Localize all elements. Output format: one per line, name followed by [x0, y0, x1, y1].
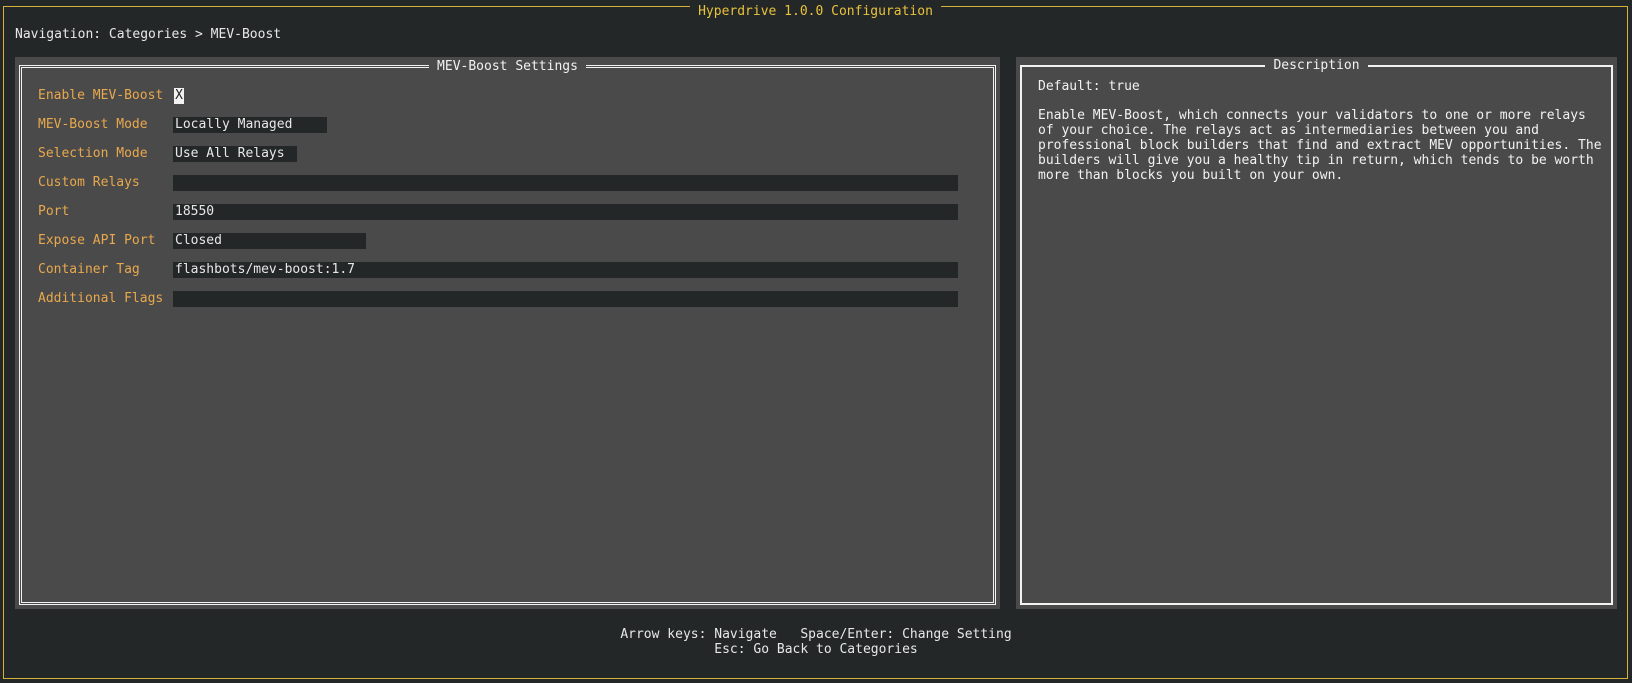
setting-label: Selection Mode — [38, 146, 148, 161]
setting-label: Custom Relays — [38, 175, 140, 190]
settings-panel-title: MEV-Boost Settings — [429, 59, 586, 74]
settings-panel: MEV-Boost Settings Enable MEV-Boost X ME… — [15, 57, 1000, 609]
setting-label: Container Tag — [38, 262, 140, 277]
enable-mev-boost-checkbox[interactable]: X — [174, 88, 184, 104]
breadcrumb: Navigation: Categories > MEV-Boost — [15, 27, 282, 42]
expose-api-port-dropdown[interactable]: Closed — [173, 233, 366, 249]
setting-label: Port — [38, 204, 70, 219]
custom-relays-input[interactable] — [173, 175, 958, 191]
selection-mode-dropdown[interactable]: Use All Relays — [173, 146, 297, 162]
additional-flags-input[interactable] — [173, 291, 958, 307]
description-panel-title: Description — [1265, 58, 1368, 73]
port-input[interactable]: 18550 — [173, 204, 958, 220]
setting-label: Expose API Port — [38, 233, 156, 248]
setting-label: MEV-Boost Mode — [38, 117, 148, 132]
setting-label: Enable MEV-Boost — [38, 88, 164, 103]
default-value-text: Default: true — [1038, 79, 1140, 94]
description-panel-frame: Description Default: true Enable MEV-Boo… — [1020, 58, 1613, 605]
description-panel: Description Default: true Enable MEV-Boo… — [1016, 57, 1617, 609]
app-title: Hyperdrive 1.0.0 Configuration — [690, 4, 941, 19]
keyboard-help: Arrow keys: Navigate Space/Enter: Change… — [0, 627, 1632, 657]
help-line-2: Esc: Go Back to Categories — [714, 642, 918, 657]
description-text: Enable MEV-Boost, which connects your va… — [1038, 108, 1610, 183]
container-tag-input[interactable]: flashbots/mev-boost:1.7 — [173, 262, 958, 278]
mev-boost-mode-dropdown[interactable]: Locally Managed — [173, 117, 327, 133]
terminal-screen: Hyperdrive 1.0.0 Configuration Navigatio… — [0, 0, 1632, 683]
setting-label: Additional Flags — [38, 291, 164, 306]
help-line-1: Arrow keys: Navigate Space/Enter: Change… — [620, 627, 1012, 642]
settings-panel-frame: MEV-Boost Settings Enable MEV-Boost X ME… — [19, 59, 996, 605]
